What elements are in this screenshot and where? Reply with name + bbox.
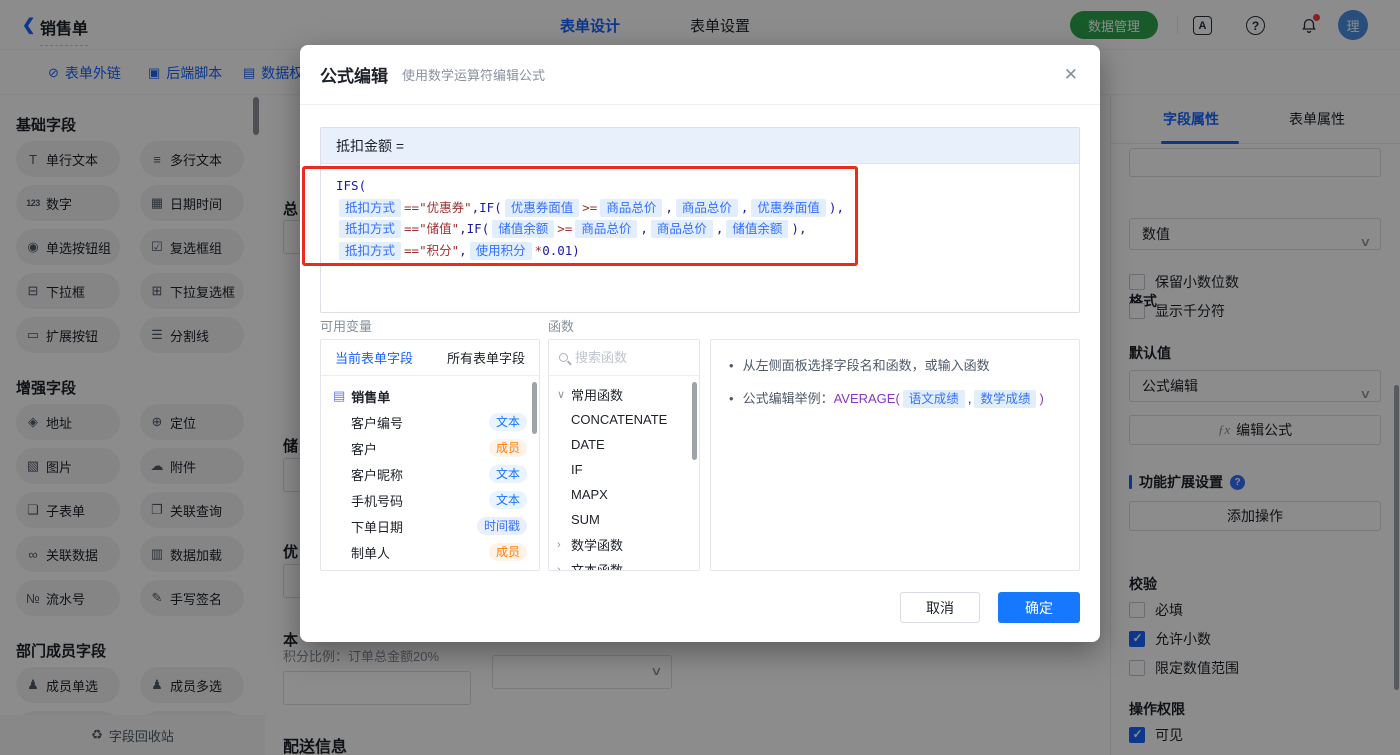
formula-target: 抵扣金额 = (321, 128, 1079, 164)
formula-editor[interactable]: 抵扣金额 = IFS( 抵扣方式=="优惠券",IF(优惠券面值>=商品总价,商… (320, 127, 1080, 313)
modal-subtitle: 使用数学运算符编辑公式 (402, 65, 545, 84)
function-group-text[interactable]: › 文本函数 (549, 557, 699, 571)
formula-edit-modal: 公式编辑 使用数学运算符编辑公式 ✕ 抵扣金额 = IFS( 抵扣方式=="优惠… (300, 45, 1100, 642)
field-row[interactable]: 制单人 成员 (321, 539, 539, 565)
field-row[interactable]: 客户 成员 (321, 435, 539, 461)
field-row[interactable]: 客户昵称 文本 (321, 461, 539, 487)
function-group-label: 常用函数 (571, 385, 623, 404)
tab-all-form-fields[interactable]: 所有表单字段 (447, 348, 525, 367)
search-input[interactable] (575, 350, 685, 365)
field-name: 客户昵称 (351, 465, 403, 484)
field-row[interactable]: 客户编号 文本 (321, 409, 539, 435)
app-window: ❮ 销售单 表单设计 表单设置 数据管理 A ? 理 ⊘ 表单外链 ▣ 后端脚本… (0, 0, 1400, 755)
chevron-down-icon: ∨ (557, 388, 566, 401)
function-item[interactable]: DATE (549, 432, 699, 457)
field-type-badge: 文本 (489, 491, 527, 509)
search-icon (559, 353, 568, 362)
field-name: 手机号码 (351, 491, 403, 510)
field-type-badge: 文本 (489, 413, 527, 431)
formula-line: 抵扣方式=="储值",IF(储值余额>=商品总价,商品总价,储值余额), (336, 218, 1064, 240)
help-tip-text: 从左侧面板选择字段名和函数，或输入函数 (743, 356, 990, 376)
help-tip: • 从左侧面板选择字段名和函数，或输入函数 (729, 356, 1061, 376)
variables-label: 可用变量 (320, 316, 372, 335)
function-item[interactable]: MAPX (549, 482, 699, 507)
tab-current-form-fields[interactable]: 当前表单字段 (335, 348, 413, 367)
field-row[interactable]: 下单日期 时间戳 (321, 513, 539, 539)
formula-line: IFS( (336, 175, 1064, 197)
chevron-right-icon: › (557, 539, 566, 551)
function-group-label: 文本函数 (571, 560, 623, 571)
form-node-name: 销售单 (351, 387, 390, 406)
formula-line: 抵扣方式=="积分",使用积分*0.01) (336, 240, 1064, 262)
example-prefix: 公式编辑举例： (743, 391, 834, 406)
field-name: 客户编号 (351, 413, 403, 432)
functions-scrollbar[interactable] (692, 382, 697, 460)
field-type-badge: 文本 (489, 465, 527, 483)
functions-panel: ∨ 常用函数 CONCATENATE DATE IF MAPX SUM › 数学… (548, 339, 700, 571)
example-formula: AVERAGE(语文成绩,数学成绩) (834, 391, 1044, 406)
formula-line: 抵扣方式=="优惠券",IF(优惠券面值>=商品总价,商品总价,优惠券面值), (336, 197, 1064, 219)
field-type-badge: 时间戳 (477, 517, 527, 535)
form-tree-node[interactable]: ▤ 销售单 (321, 383, 539, 409)
functions-label: 函数 (548, 316, 574, 335)
modal-title: 公式编辑 (320, 62, 388, 87)
field-name: 客户 (351, 439, 377, 458)
confirm-button[interactable]: 确定 (998, 592, 1080, 623)
field-type-badge: 成员 (489, 439, 527, 457)
field-type-badge: 成员 (489, 543, 527, 561)
field-name: 下单日期 (351, 517, 403, 536)
variables-tabs: 当前表单字段 所有表单字段 (321, 340, 539, 376)
chevron-right-icon: › (557, 564, 566, 572)
function-group-label: 数学函数 (571, 535, 623, 554)
function-group-common[interactable]: ∨ 常用函数 (549, 382, 699, 407)
close-icon[interactable]: ✕ (1064, 65, 1078, 85)
function-item[interactable]: IF (549, 457, 699, 482)
function-item[interactable]: CONCATENATE (549, 407, 699, 432)
help-example: • 公式编辑举例：AVERAGE(语文成绩,数学成绩) (729, 389, 1061, 409)
modal-header: 公式编辑 使用数学运算符编辑公式 ✕ (300, 45, 1100, 105)
variables-scrollbar[interactable] (532, 382, 537, 434)
function-search[interactable] (549, 340, 699, 376)
cancel-button[interactable]: 取消 (900, 592, 980, 623)
variables-panel: 当前表单字段 所有表单字段 ▤ 销售单 客户编号 文本 客户 成员 客户昵称 文… (320, 339, 540, 571)
field-row[interactable]: 手机号码 文本 (321, 487, 539, 513)
bullet-icon: • (729, 356, 734, 376)
field-name: 制单人 (351, 543, 390, 562)
function-item[interactable]: SUM (549, 507, 699, 532)
function-list: ∨ 常用函数 CONCATENATE DATE IF MAPX SUM › 数学… (549, 376, 699, 571)
bullet-icon: • (729, 389, 734, 409)
document-icon: ▤ (333, 388, 345, 404)
formula-body[interactable]: IFS( 抵扣方式=="优惠券",IF(优惠券面值>=商品总价,商品总价,优惠券… (321, 164, 1079, 272)
help-panel: • 从左侧面板选择字段名和函数，或输入函数 • 公式编辑举例：AVERAGE(语… (710, 339, 1080, 571)
function-group-math[interactable]: › 数学函数 (549, 532, 699, 557)
